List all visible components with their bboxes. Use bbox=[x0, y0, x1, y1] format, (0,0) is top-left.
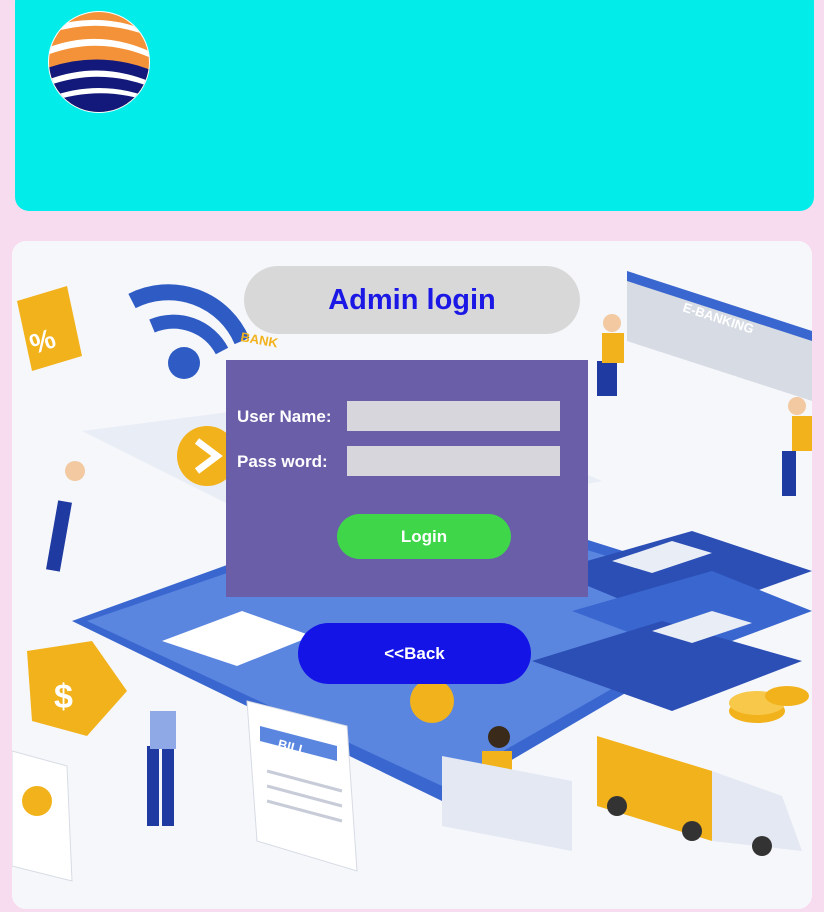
page-title: Admin login bbox=[244, 266, 580, 334]
password-input[interactable] bbox=[347, 446, 560, 476]
login-button[interactable]: Login bbox=[337, 514, 511, 559]
password-label: Pass word: bbox=[237, 452, 328, 471]
logo-icon bbox=[48, 11, 150, 113]
svg-text:$: $ bbox=[54, 678, 73, 716]
username-input[interactable] bbox=[347, 401, 560, 431]
login-card: % $ E-BANKING BILL BANK Admin login User… bbox=[12, 241, 812, 909]
username-label: User Name: bbox=[237, 407, 332, 426]
back-button[interactable]: <<Back bbox=[298, 623, 531, 684]
login-form-panel: User Name: Pass word: Login bbox=[226, 360, 588, 597]
header-banner bbox=[15, 0, 814, 211]
